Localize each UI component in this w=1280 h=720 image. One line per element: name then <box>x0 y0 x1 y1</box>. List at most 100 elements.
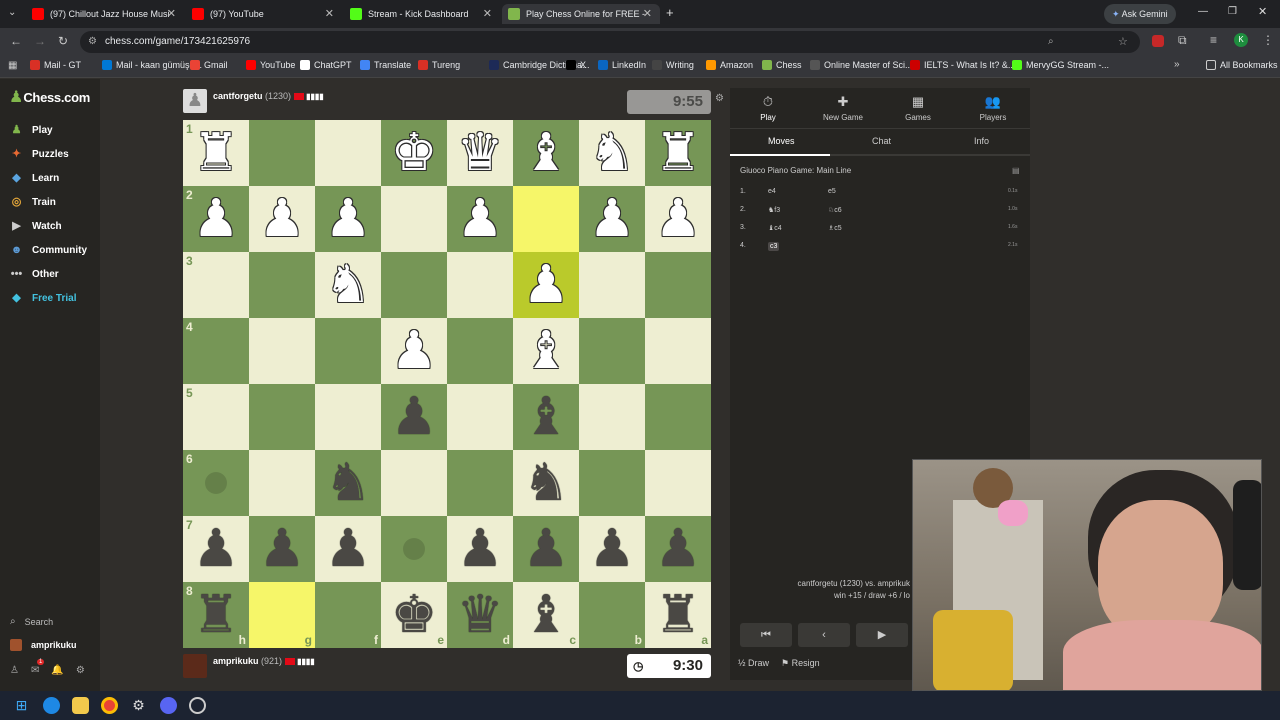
black-move[interactable]: ♗c5 <box>828 224 842 232</box>
forward-icon[interactable]: → <box>34 34 46 48</box>
black-pawn-piece[interactable]: ♟ <box>381 384 447 450</box>
browser-tab-1[interactable]: (97) Chillout Jazz House Music ✕ <box>26 4 184 24</box>
extension-icon[interactable] <box>1152 35 1164 47</box>
square-h2[interactable]: 2 ♟ <box>183 186 249 252</box>
browser-menu-icon[interactable]: ⋮ <box>1262 33 1274 47</box>
file-explorer-icon[interactable] <box>72 697 89 714</box>
tab-moves[interactable]: Moves <box>768 136 795 146</box>
player-name[interactable]: amprikuku (921) ▮▮▮▮ <box>213 656 315 666</box>
browser-tab-4[interactable]: Play Chess Online for FREE - 2 I ✕ <box>502 4 660 24</box>
square-a7[interactable]: ♟ <box>645 516 711 582</box>
panel-tab-players[interactable]: 👥 Players <box>963 94 1023 122</box>
square-h3[interactable]: 3 <box>183 252 249 318</box>
black-move[interactable]: ♘c6 <box>828 206 842 214</box>
close-tab-icon[interactable]: ✕ <box>167 7 176 20</box>
black-bishop-piece[interactable]: ♝ <box>513 384 579 450</box>
black-move[interactable]: e5 <box>828 188 836 195</box>
white-king-piece[interactable]: ♚ <box>381 120 447 186</box>
chatgpt-icon[interactable]: ⚙ <box>130 697 147 714</box>
white-pawn-piece[interactable]: ♟ <box>645 186 711 252</box>
black-pawn-piece[interactable]: ♟ <box>447 516 513 582</box>
tab-chat[interactable]: Chat <box>872 136 891 146</box>
square-f7[interactable]: ♟ <box>315 516 381 582</box>
square-a6[interactable] <box>645 450 711 516</box>
white-knight-piece[interactable]: ♞ <box>315 252 381 318</box>
draw-button[interactable]: ½ Draw <box>738 658 769 669</box>
square-e8[interactable]: e ♚ <box>381 582 447 648</box>
profile-avatar[interactable]: K <box>1234 33 1248 47</box>
sidebar-user[interactable]: amprikuku <box>10 639 77 651</box>
square-b1[interactable]: ♞ <box>579 120 645 186</box>
bookmark-item[interactable]: ChatGPT <box>300 60 352 70</box>
square-h8[interactable]: 8 h ♜ <box>183 582 249 648</box>
square-d5[interactable] <box>447 384 513 450</box>
maximize-icon[interactable]: ❐ <box>1228 6 1237 17</box>
square-g8[interactable]: g <box>249 582 315 648</box>
back-icon[interactable]: ← <box>10 34 22 48</box>
obs-icon[interactable] <box>189 697 206 714</box>
reload-icon[interactable]: ↻ <box>58 34 68 48</box>
square-a5[interactable] <box>645 384 711 450</box>
extensions-puzzle-icon[interactable]: ⧉ <box>1178 33 1187 48</box>
bookmark-item[interactable]: Online Master of Sci... <box>810 60 913 70</box>
square-c8[interactable]: c ♝ <box>513 582 579 648</box>
square-d6[interactable] <box>447 450 513 516</box>
tab-search-chevron-icon[interactable]: ⌄ <box>8 7 16 18</box>
legal-move-dot[interactable] <box>205 472 227 494</box>
black-king-piece[interactable]: ♚ <box>381 582 447 648</box>
browser-tab-2[interactable]: (97) YouTube ✕ <box>186 4 342 24</box>
square-b2[interactable]: ♟ <box>579 186 645 252</box>
square-b6[interactable] <box>579 450 645 516</box>
sidebar-search[interactable]: ⌕ Search <box>10 616 53 627</box>
bookmark-item[interactable]: Tureng <box>418 60 460 70</box>
bookmark-item[interactable]: Chess <box>762 60 802 70</box>
sidebar-item-free-trial[interactable]: ◆ Free Trial <box>10 292 76 305</box>
chess-board[interactable]: 1 ♜ ♚ ♛ ♝ ♞ ♜ 2 ♟ ♟ ♟ ♟ ♟ ♟ 3 ♞ ♟ 4 ♟ ♝ 5 ♟ ♝ 6 ♞ ♞ 7 ♟ ♟ ♟ ♟ ♟ ♟ ♟ 8 h ♜ g f e… <box>183 120 711 648</box>
square-c3[interactable]: ♟ <box>513 252 579 318</box>
white-pawn-piece[interactable]: ♟ <box>315 186 381 252</box>
square-f8[interactable]: f <box>315 582 381 648</box>
windows-start-icon[interactable]: ⊞ <box>13 697 30 714</box>
square-d7[interactable]: ♟ <box>447 516 513 582</box>
messages-icon[interactable]: ✉ 1 <box>31 659 45 676</box>
resign-button[interactable]: ⚑ Resign <box>781 658 820 669</box>
black-rook-piece[interactable]: ♜ <box>183 582 249 648</box>
square-b5[interactable] <box>579 384 645 450</box>
white-pawn-piece[interactable]: ♟ <box>249 186 315 252</box>
square-e4[interactable]: ♟ <box>381 318 447 384</box>
black-pawn-piece[interactable]: ♟ <box>315 516 381 582</box>
black-bishop-piece[interactable]: ♝ <box>513 582 579 648</box>
square-e2[interactable] <box>381 186 447 252</box>
square-h7[interactable]: 7 ♟ <box>183 516 249 582</box>
black-pawn-piece[interactable]: ♟ <box>579 516 645 582</box>
white-pawn-piece[interactable]: ♟ <box>183 186 249 252</box>
panel-tab-play[interactable]: ⏱ Play <box>738 94 798 122</box>
black-pawn-piece[interactable]: ♟ <box>183 516 249 582</box>
square-a4[interactable] <box>645 318 711 384</box>
settings-gear-icon[interactable]: ⚙ <box>76 665 85 676</box>
square-f4[interactable] <box>315 318 381 384</box>
square-h5[interactable]: 5 <box>183 384 249 450</box>
close-tab-icon[interactable]: ✕ <box>325 7 334 20</box>
close-window-icon[interactable]: ✕ <box>1258 5 1267 18</box>
square-a1[interactable]: ♜ <box>645 120 711 186</box>
square-e7[interactable] <box>381 516 447 582</box>
black-pawn-piece[interactable]: ♟ <box>645 516 711 582</box>
first-move-button[interactable]: ⏮ <box>740 623 792 647</box>
white-move[interactable]: e4 <box>768 188 776 195</box>
white-move[interactable]: ♝c4 <box>768 224 782 232</box>
browser-tab-3[interactable]: Stream - Kick Dashboard ✕ <box>344 4 500 24</box>
apps-grid-icon[interactable]: ▦ <box>8 60 17 71</box>
square-f5[interactable] <box>315 384 381 450</box>
ask-gemini-button[interactable]: ✦ Ask Gemini <box>1104 4 1176 24</box>
more-bookmarks-icon[interactable]: » <box>1174 59 1180 70</box>
panel-tab-games[interactable]: ▦ Games <box>888 94 948 122</box>
square-d3[interactable] <box>447 252 513 318</box>
square-c5[interactable]: ♝ <box>513 384 579 450</box>
white-move[interactable]: c3 <box>768 242 780 251</box>
square-e6[interactable] <box>381 450 447 516</box>
bookmark-item[interactable]: LinkedIn <box>598 60 646 70</box>
square-h6[interactable]: 6 <box>183 450 249 516</box>
square-c1[interactable]: ♝ <box>513 120 579 186</box>
square-f1[interactable] <box>315 120 381 186</box>
